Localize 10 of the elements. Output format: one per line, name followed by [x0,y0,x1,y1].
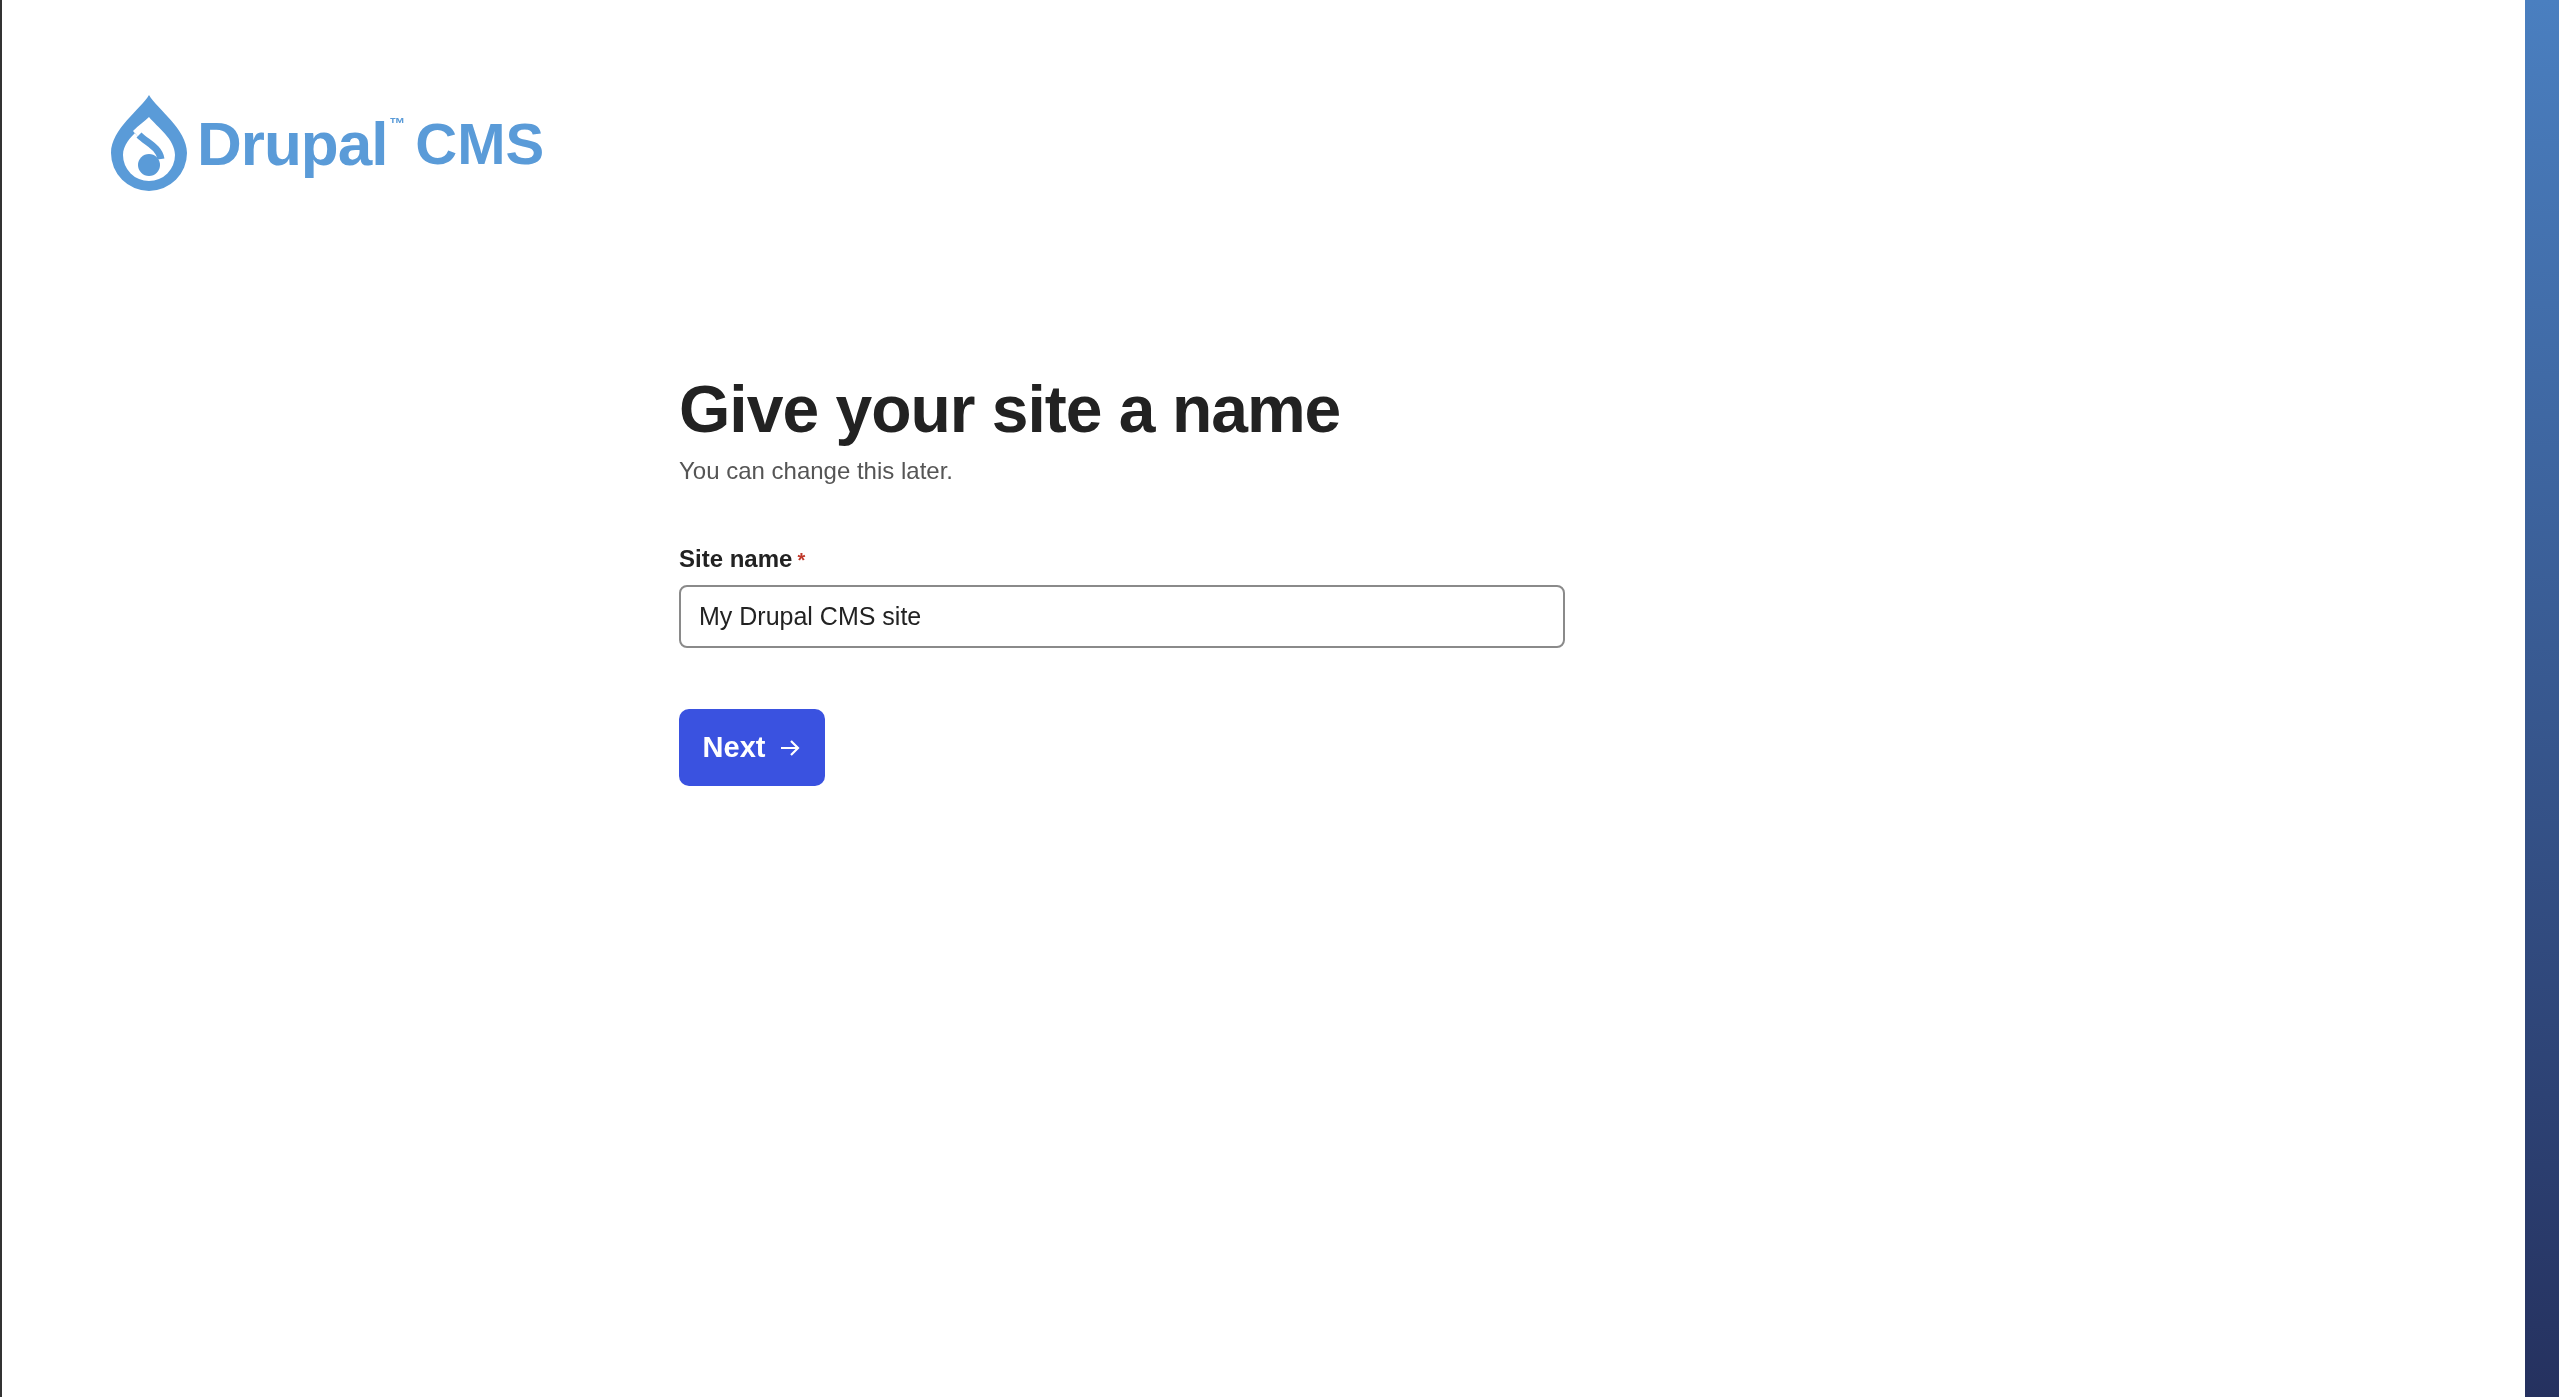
subtitle: You can change this later. [679,457,954,485]
required-mark: * [797,549,806,572]
trademark-mark: ™ [389,115,406,133]
page-heading: Give your site a name [679,371,1342,447]
logo-product-text: CMS [415,109,545,177]
drop-logo-icon [111,95,187,191]
next-button[interactable]: Next [679,709,825,786]
site-name-field[interactable]: My Drupal CMS site [679,585,1565,648]
field-label: Site name [679,545,793,573]
logo-text: Drupal [197,107,388,179]
